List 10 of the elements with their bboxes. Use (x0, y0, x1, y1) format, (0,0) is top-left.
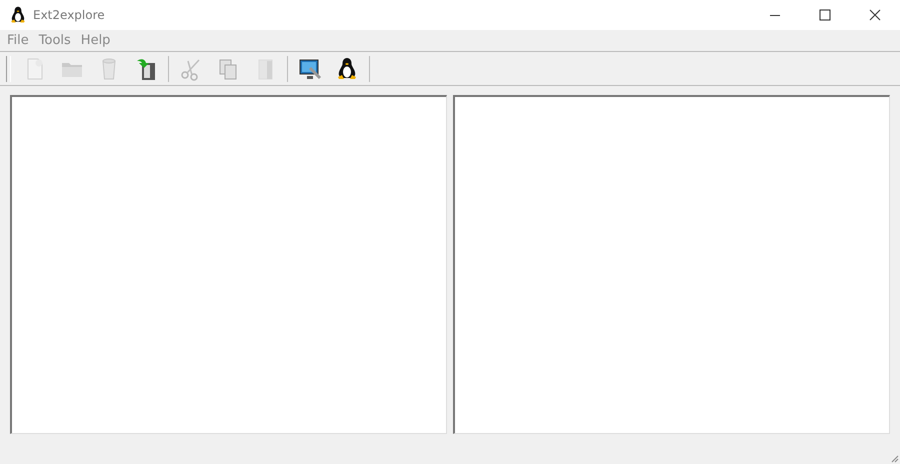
maximize-icon[interactable] (819, 9, 831, 21)
penguin-icon[interactable] (335, 56, 359, 80)
menu-item[interactable]: Help (76, 33, 116, 48)
resize-grip-icon[interactable] (891, 455, 899, 463)
menu-item[interactable]: Tools (34, 33, 76, 48)
menu-item[interactable]: File (2, 33, 34, 48)
close-icon[interactable] (869, 9, 881, 21)
monitor-wrench-icon[interactable] (298, 56, 322, 80)
penguin-icon (9, 6, 27, 24)
window-title: Ext2explore (33, 8, 105, 22)
